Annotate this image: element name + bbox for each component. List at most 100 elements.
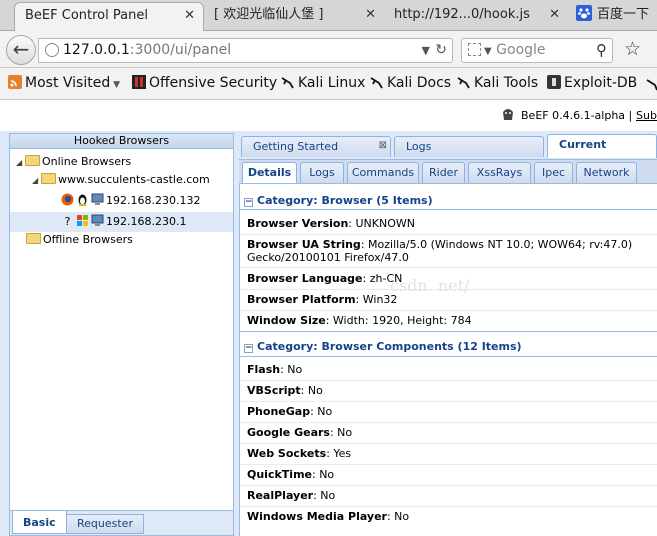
- tab-getting-started[interactable]: Getting Started ⊠: [241, 136, 391, 157]
- tab-requester[interactable]: Requester: [66, 514, 144, 534]
- tab-label: 百度一下: [597, 7, 650, 22]
- tab-label: Getting Started: [253, 140, 339, 153]
- windows-icon: [77, 215, 88, 226]
- divider: [240, 209, 657, 210]
- tab-label: Logs: [406, 140, 432, 153]
- tab-basic[interactable]: Basic: [12, 511, 67, 534]
- bookmark-kali-docs[interactable]: Kali Docs: [370, 75, 451, 91]
- linux-penguin-icon: [78, 194, 87, 206]
- tree-node-host[interactable]: 192.168.230.132: [61, 191, 233, 211]
- kali-dragon-icon: [370, 77, 383, 89]
- detail-key: RealPlayer: [247, 489, 314, 502]
- search-icon[interactable]: ⚲: [596, 39, 607, 62]
- tab-hook-js[interactable]: http://192...0/hook.js ✕: [384, 2, 568, 31]
- page-content: BeEF 0.4.6.1-alpha | Subm Hooked Browser…: [0, 101, 657, 536]
- detail-row: Browser Version: UNKNOWN: [247, 217, 657, 230]
- detail-key: Browser UA String: [247, 238, 361, 251]
- bookmark-exploit-db[interactable]: Exploit-DB: [547, 75, 637, 91]
- detail-row: Google Gears: No: [247, 426, 657, 439]
- divider: [240, 506, 657, 507]
- tab-commands[interactable]: Commands: [347, 162, 419, 183]
- tab-logs[interactable]: Logs: [300, 162, 344, 183]
- expand-arrow-icon[interactable]: ◢: [32, 171, 41, 191]
- tree-node-host-selected[interactable]: ? 192.168.230.1: [10, 212, 233, 232]
- tree-node-online-browsers[interactable]: ◢ Online Browsers: [16, 152, 131, 172]
- folder-icon: [26, 233, 41, 244]
- detail-value: : No: [386, 510, 410, 523]
- left-panel-footer: Basic Requester: [10, 510, 233, 535]
- url-path: :3000/ui/panel: [129, 42, 232, 58]
- url-bar[interactable]: 127.0.0.1:3000/ui/panel ▼ ↻: [38, 38, 453, 63]
- divider: [240, 422, 657, 423]
- unknown-browser-icon: ?: [64, 215, 71, 228]
- collapse-icon[interactable]: −: [244, 198, 253, 207]
- search-placeholder: Google: [496, 42, 546, 58]
- computer-icon: [91, 193, 104, 205]
- detail-row: Window Size: Width: 1920, Height: 784: [247, 314, 657, 327]
- tab-ipec[interactable]: Ipec: [534, 162, 573, 183]
- tab-logs[interactable]: Logs: [394, 136, 544, 157]
- dropdown-arrow-icon[interactable]: ▼: [422, 39, 430, 62]
- search-input[interactable]: ▼ Google ⚲: [461, 38, 613, 63]
- close-tab-icon[interactable]: ⊠: [379, 136, 387, 155]
- tab-xssrays[interactable]: XssRays: [468, 162, 531, 183]
- detail-row: Flash: No: [247, 363, 657, 376]
- close-tab-icon[interactable]: ✕: [365, 2, 376, 28]
- tab-beef-control-panel[interactable]: BeEF Control Panel ✕: [14, 2, 204, 31]
- collapse-icon[interactable]: −: [244, 344, 253, 353]
- bookmark-most-visited[interactable]: Most Visited ▼: [8, 75, 120, 91]
- bookmark-offensive-security[interactable]: Offensive Security: [132, 75, 277, 91]
- tab-rider[interactable]: Rider: [422, 162, 465, 183]
- close-tab-icon[interactable]: ✕: [184, 3, 195, 29]
- detail-value: : No: [329, 426, 353, 439]
- tab-current-browser[interactable]: Current Browser: [547, 134, 657, 170]
- detail-value: : No: [312, 468, 335, 481]
- detail-key: QuickTime: [247, 468, 312, 481]
- detail-value-continued: Gecko/20100101 Firefox/47.0: [247, 251, 409, 264]
- tree-node-domain[interactable]: ◢ www.succulents-castle.com: [32, 170, 210, 190]
- detail-row: PhoneGap: No: [247, 405, 657, 418]
- bookmark-star-icon[interactable]: ☆: [624, 38, 641, 60]
- watermark: csdn. net/: [390, 276, 470, 295]
- category-browser-header[interactable]: − Category: Browser (5 Items): [244, 194, 433, 207]
- detail-key: Browser Language: [247, 272, 363, 285]
- reload-icon[interactable]: ↻: [435, 39, 447, 62]
- tab-details[interactable]: Details: [242, 162, 297, 183]
- detail-row: QuickTime: No: [247, 468, 657, 481]
- host-ip: 192.168.230.132: [106, 194, 201, 207]
- navigation-bar: ← 127.0.0.1:3000/ui/panel ▼ ↻ ▼ Google ⚲…: [0, 31, 657, 68]
- tab-label: BeEF Control Panel: [25, 8, 148, 23]
- detail-key: PhoneGap: [247, 405, 311, 418]
- category-title: Category: Browser Components (12 Items): [257, 340, 522, 353]
- detail-value: : Width: 1920, Height: 784: [325, 314, 472, 327]
- back-arrow-icon[interactable]: ←: [6, 35, 36, 65]
- sub-tab-strip: Details Logs Commands Rider XssRays Ipec…: [239, 159, 657, 184]
- submit-link[interactable]: Subm: [636, 109, 657, 122]
- bookmark-kali-tools[interactable]: Kali Tools: [457, 75, 538, 91]
- detail-key: Flash: [247, 363, 281, 376]
- tab-baidu[interactable]: 百度一下: [568, 2, 657, 31]
- category-components-header[interactable]: − Category: Browser Components (12 Items): [244, 340, 522, 353]
- tree-node-label: Offline Browsers: [43, 233, 133, 246]
- detail-key: Browser Version: [247, 217, 349, 230]
- detail-key: Google Gears: [247, 426, 330, 439]
- detail-key: Web Sockets: [247, 447, 327, 460]
- rss-feed-icon: [8, 75, 22, 89]
- detail-value: : No: [280, 363, 303, 376]
- close-tab-icon[interactable]: ✕: [549, 2, 560, 28]
- divider: [240, 380, 657, 381]
- kali-dragon-icon: [457, 77, 470, 89]
- tree-node-label: Online Browsers: [42, 155, 132, 168]
- tab-network[interactable]: Network: [576, 162, 637, 183]
- kali-dragon-icon[interactable]: [646, 77, 657, 91]
- bookmark-label: Offensive Security: [149, 75, 278, 91]
- hooked-browsers-panel: Hooked Browsers ◢ Online Browsers ◢ www.su…: [9, 133, 234, 536]
- tree-node-offline-browsers[interactable]: Offline Browsers: [26, 230, 133, 250]
- bookmark-kali-linux[interactable]: Kali Linux: [281, 75, 365, 91]
- beef-logo-icon: [503, 109, 513, 120]
- expand-arrow-icon[interactable]: ◢: [16, 153, 25, 173]
- search-engine-icon[interactable]: [468, 43, 481, 56]
- divider: [240, 356, 657, 357]
- tab-welcome[interactable]: [ 欢迎光临仙人堡 ] ✕: [204, 2, 384, 31]
- computer-icon: [91, 214, 104, 226]
